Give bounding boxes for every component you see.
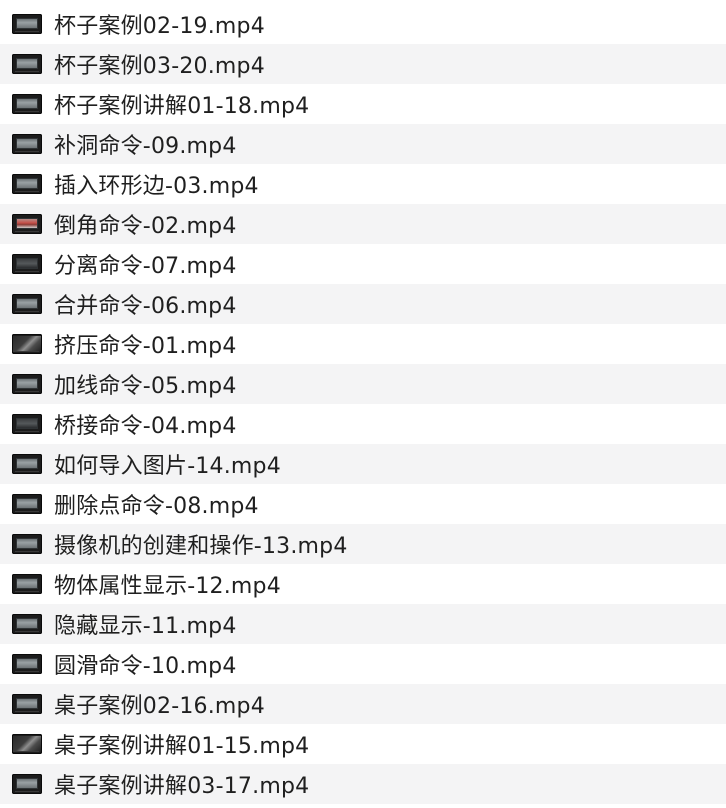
video-thumbnail-icon [12, 734, 42, 754]
video-thumbnail-icon [12, 574, 42, 594]
file-row[interactable]: 补洞命令-09.mp4 [0, 124, 726, 164]
file-row[interactable]: 删除点命令-08.mp4 [0, 484, 726, 524]
video-thumbnail-icon [12, 134, 42, 154]
video-thumbnail-icon [12, 534, 42, 554]
file-name: 杯子案例讲解01-18.mp4 [54, 94, 310, 119]
file-name: 挤压命令-01.mp4 [54, 334, 237, 359]
video-thumbnail-icon [12, 254, 42, 274]
file-row[interactable]: 杯子案例02-19.mp4 [0, 4, 726, 44]
video-thumbnail-icon [12, 214, 42, 234]
video-thumbnail-icon [12, 334, 42, 354]
file-row[interactable]: 倒角命令-02.mp4 [0, 204, 726, 244]
video-thumbnail-icon [12, 614, 42, 634]
video-thumbnail-icon [12, 454, 42, 474]
file-row[interactable]: 桌子案例讲解03-17.mp4 [0, 764, 726, 804]
video-thumbnail-icon [12, 54, 42, 74]
file-row[interactable]: 挤压命令-01.mp4 [0, 324, 726, 364]
video-thumbnail-icon [12, 774, 42, 794]
file-row[interactable]: 隐藏显示-11.mp4 [0, 604, 726, 644]
file-row[interactable]: 加线命令-05.mp4 [0, 364, 726, 404]
file-name: 桥接命令-04.mp4 [54, 414, 237, 439]
file-list: 杯子案例02-19.mp4 杯子案例03-20.mp4 杯子案例讲解01-18.… [0, 0, 726, 804]
file-name: 桌子案例讲解01-15.mp4 [54, 734, 310, 759]
file-row[interactable]: 圆滑命令-10.mp4 [0, 644, 726, 684]
file-row[interactable]: 杯子案例03-20.mp4 [0, 44, 726, 84]
video-thumbnail-icon [12, 294, 42, 314]
file-name: 补洞命令-09.mp4 [54, 134, 237, 159]
video-thumbnail-icon [12, 14, 42, 34]
file-row[interactable]: 插入环形边-03.mp4 [0, 164, 726, 204]
video-thumbnail-icon [12, 494, 42, 514]
file-name: 删除点命令-08.mp4 [54, 494, 259, 519]
file-name: 桌子案例02-16.mp4 [54, 694, 265, 719]
video-thumbnail-icon [12, 94, 42, 114]
video-thumbnail-icon [12, 654, 42, 674]
file-row[interactable]: 桥接命令-04.mp4 [0, 404, 726, 444]
file-row[interactable]: 合并命令-06.mp4 [0, 284, 726, 324]
file-name: 摄像机的创建和操作-13.mp4 [54, 534, 348, 559]
video-thumbnail-icon [12, 414, 42, 434]
file-name: 插入环形边-03.mp4 [54, 174, 259, 199]
video-thumbnail-icon [12, 694, 42, 714]
file-name: 杯子案例02-19.mp4 [54, 14, 265, 39]
video-thumbnail-icon [12, 174, 42, 194]
file-name: 物体属性显示-12.mp4 [54, 574, 281, 599]
file-name: 桌子案例讲解03-17.mp4 [54, 774, 310, 799]
file-row[interactable]: 如何导入图片-14.mp4 [0, 444, 726, 484]
video-thumbnail-icon [12, 374, 42, 394]
file-name: 合并命令-06.mp4 [54, 294, 237, 319]
file-row[interactable]: 桌子案例02-16.mp4 [0, 684, 726, 724]
file-row[interactable]: 摄像机的创建和操作-13.mp4 [0, 524, 726, 564]
file-name: 隐藏显示-11.mp4 [54, 614, 237, 639]
file-name: 加线命令-05.mp4 [54, 374, 237, 399]
file-row[interactable]: 分离命令-07.mp4 [0, 244, 726, 284]
file-row[interactable]: 物体属性显示-12.mp4 [0, 564, 726, 604]
file-name: 如何导入图片-14.mp4 [54, 454, 281, 479]
file-row[interactable]: 杯子案例讲解01-18.mp4 [0, 84, 726, 124]
file-name: 圆滑命令-10.mp4 [54, 654, 237, 679]
file-name: 杯子案例03-20.mp4 [54, 54, 265, 79]
file-name: 倒角命令-02.mp4 [54, 214, 237, 239]
file-name: 分离命令-07.mp4 [54, 254, 237, 279]
file-row[interactable]: 桌子案例讲解01-15.mp4 [0, 724, 726, 764]
